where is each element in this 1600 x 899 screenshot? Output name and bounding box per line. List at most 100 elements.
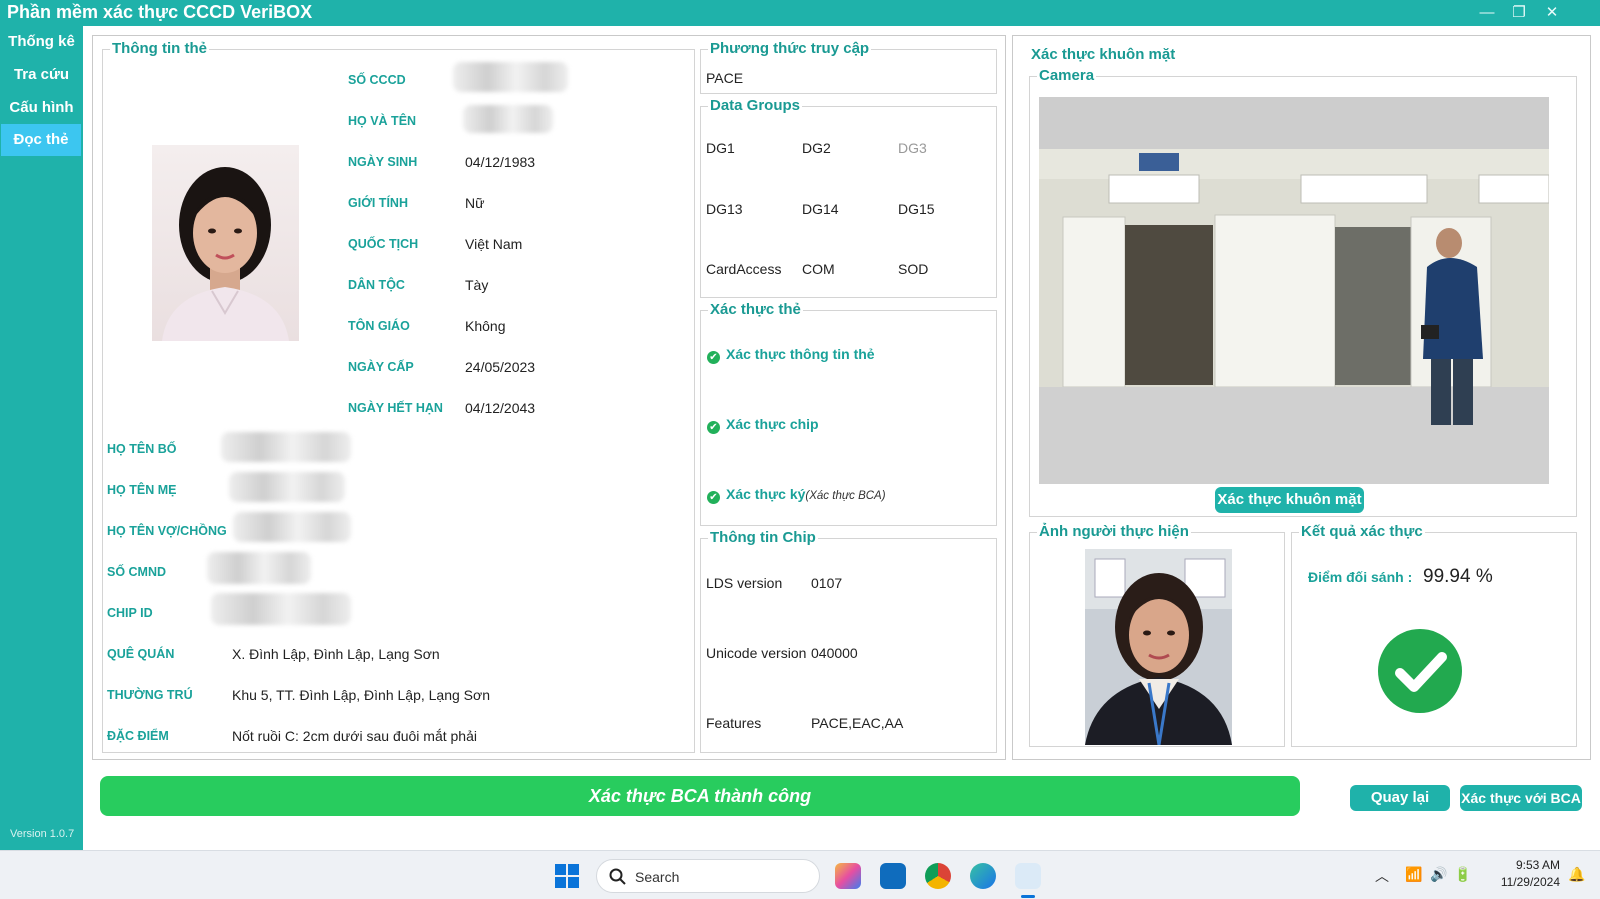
- dg-item: DG1: [706, 140, 735, 156]
- veribox-app-icon[interactable]: [1015, 863, 1041, 889]
- result-group: Kết quả xác thực Điểm đối sánh : 99.94 %: [1291, 523, 1577, 747]
- camera-view: [1039, 97, 1549, 484]
- check-icon: ✔: [707, 421, 720, 434]
- title-bar: Phần mềm xác thực CCCD VeriBOX — ❐ ✕: [0, 0, 1600, 26]
- value-issue-date: 24/05/2023: [465, 359, 536, 375]
- label-ethnicity: DÂN TỘC: [348, 278, 405, 292]
- label-residence: THƯỜNG TRÚ: [107, 688, 193, 702]
- value-expiry-date: 04/12/2043: [465, 400, 536, 416]
- face-verify-button[interactable]: Xác thực khuôn mặt: [1215, 487, 1364, 513]
- card-frame: Thông tin thẻ SỐ CCCD HỌ VÀ TÊN NGÀY SIN…: [92, 35, 1006, 760]
- label-issue-date: NGÀY CẤP: [348, 360, 414, 374]
- sidebar-item-tra-cuu[interactable]: Tra cứu: [0, 59, 83, 91]
- outlook-icon[interactable]: [880, 863, 906, 889]
- success-check-mark: [1395, 652, 1447, 692]
- active-app-indicator: [1021, 895, 1035, 898]
- label-father: HỌ TÊN BỐ: [107, 442, 177, 456]
- restore-button[interactable]: ❐: [1506, 2, 1532, 24]
- camera-group: Camera Xác thực khuôn mặt: [1029, 67, 1577, 517]
- person-photo-title: Ảnh người thực hiện: [1037, 523, 1191, 541]
- redacted-spouse: [233, 512, 351, 542]
- volume-icon[interactable]: 🔊: [1430, 866, 1447, 883]
- check-icon: ✔: [707, 351, 720, 364]
- verify-note: (Xác thực BCA): [805, 490, 886, 502]
- chip-label: Features: [706, 715, 762, 731]
- data-groups-group: Data Groups DG1 DG2 DG3 DG13 DG14 DG15 C…: [700, 97, 997, 298]
- windows-start-icon[interactable]: [555, 864, 579, 888]
- person-photo-image: [1085, 549, 1232, 745]
- label-spouse: HỌ TÊN VỢ/CHỒNG: [107, 524, 227, 538]
- chevron-up-icon[interactable]: ︿: [1375, 866, 1389, 886]
- dg-item: DG15: [898, 201, 935, 217]
- wifi-icon[interactable]: 📶: [1405, 866, 1422, 883]
- chip-label: Unicode version: [706, 645, 807, 661]
- chip-label: LDS version: [706, 575, 783, 591]
- app-title: Phần mềm xác thực CCCD VeriBOX: [7, 2, 313, 22]
- redacted-full-name: [463, 105, 553, 133]
- sidebar-item-doc-the[interactable]: Đọc thẻ: [1, 124, 81, 156]
- score-label: Điểm đối sánh :: [1308, 569, 1413, 585]
- battery-icon[interactable]: 🔋: [1454, 866, 1471, 883]
- search-placeholder: Search: [635, 869, 680, 885]
- success-check-icon: [1378, 629, 1462, 713]
- result-title: Kết quả xác thực: [1299, 523, 1425, 541]
- dg-item: CardAccess: [706, 261, 782, 277]
- sidebar: Thống kê Tra cứu Cấu hình Đọc thẻ Versio…: [0, 26, 83, 850]
- label-id-number: SỐ CCCD: [348, 73, 406, 87]
- value-gender: Nữ: [465, 195, 485, 211]
- label-full-name: HỌ VÀ TÊN: [348, 114, 417, 128]
- redacted-chip-id: [211, 593, 351, 625]
- label-features: ĐẶC ĐIỂM: [107, 729, 169, 743]
- card-portrait: [152, 145, 299, 341]
- close-button[interactable]: ✕: [1539, 2, 1565, 24]
- label-expiry-date: NGÀY HẾT HẠN: [348, 401, 443, 415]
- back-button[interactable]: Quay lại: [1350, 785, 1450, 811]
- redacted-old-id: [207, 552, 311, 584]
- face-title: Xác thực khuôn mặt: [1029, 46, 1178, 64]
- edge-icon[interactable]: [970, 863, 996, 889]
- minimize-button[interactable]: —: [1474, 2, 1500, 24]
- verify-item: ✔ Xác thực ký(Xác thực BCA): [707, 486, 886, 504]
- verify-bca-button[interactable]: Xác thực với BCA: [1460, 785, 1582, 811]
- chrome-icon[interactable]: [925, 863, 951, 889]
- camera-image: [1039, 149, 1549, 484]
- sidebar-item-cau-hinh[interactable]: Cấu hình: [0, 92, 83, 124]
- dg-item-disabled: DG3: [898, 140, 927, 156]
- label-nationality: QUỐC TỊCH: [348, 237, 419, 251]
- main-panel: Thông tin thẻ SỐ CCCD HỌ VÀ TÊN NGÀY SIN…: [83, 26, 1600, 850]
- notification-icon[interactable]: 🔔: [1568, 866, 1585, 883]
- label-religion: TÔN GIÁO: [348, 319, 410, 333]
- version-label: Version 1.0.7: [10, 828, 75, 840]
- dg-item: DG2: [802, 140, 831, 156]
- card-verify-group: Xác thực thẻ ✔ Xác thực thông tin thẻ ✔ Xá…: [700, 301, 997, 526]
- card-info-group: Thông tin thẻ SỐ CCCD HỌ VÀ TÊN NGÀY SIN…: [102, 40, 695, 753]
- verify-item: ✔ Xác thực thông tin thẻ: [707, 346, 875, 364]
- redacted-mother: [229, 472, 345, 502]
- clock-time: 9:53 AM: [1515, 858, 1560, 872]
- dg-item: DG13: [706, 201, 743, 217]
- verify-item: ✔ Xác thực chip: [707, 416, 819, 434]
- camera-title: Camera: [1037, 67, 1097, 85]
- value-hometown: X. Đình Lập, Đình Lập, Lạng Sơn: [232, 646, 440, 662]
- label-old-id: SỐ CMND: [107, 565, 167, 579]
- access-method-value: PACE: [706, 70, 744, 86]
- access-method-title: Phương thức truy cập: [708, 40, 872, 58]
- redacted-father: [221, 432, 351, 462]
- card-verify-title: Xác thực thẻ: [708, 301, 803, 319]
- taskbar: Search ︿ 📶 🔊 🔋 9:53 AM 11/29/2024 🔔: [0, 850, 1600, 899]
- value-ethnicity: Tày: [465, 277, 489, 293]
- person-photo-group: Ảnh người thực hiện: [1029, 523, 1285, 747]
- clock-date: 11/29/2024: [1500, 875, 1560, 889]
- chip-info-title: Thông tin Chip: [708, 529, 818, 547]
- redacted-id-number: [453, 62, 568, 92]
- search-icon: [609, 868, 626, 885]
- copilot-icon[interactable]: [835, 863, 861, 889]
- taskbar-search-box[interactable]: Search: [596, 859, 820, 893]
- label-chip-id: CHIP ID: [107, 606, 153, 620]
- chip-value: 0107: [811, 575, 843, 591]
- access-method-group: Phương thức truy cập PACE: [700, 40, 997, 94]
- taskbar-clock[interactable]: 9:53 AM 11/29/2024: [1501, 857, 1560, 891]
- value-dob: 04/12/1983: [465, 154, 536, 170]
- sidebar-item-thong-ke[interactable]: Thống kê: [0, 26, 83, 58]
- dg-item: DG14: [802, 201, 839, 217]
